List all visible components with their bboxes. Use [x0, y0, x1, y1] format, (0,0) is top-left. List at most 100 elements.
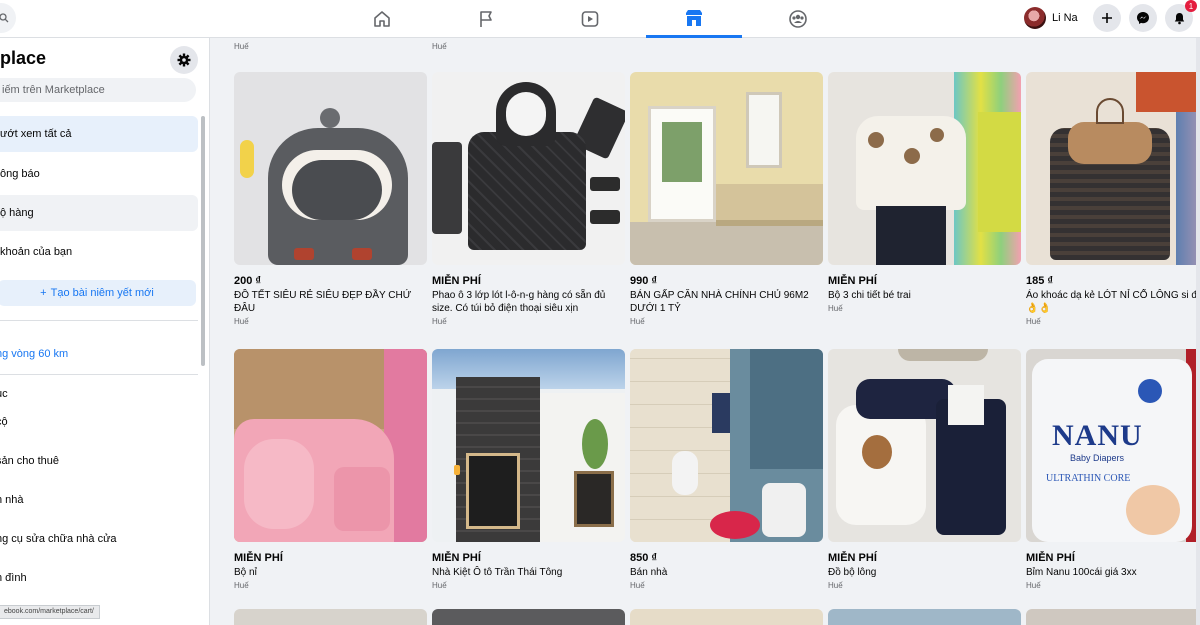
listing-photo — [828, 72, 1021, 265]
listing-location: Huế — [234, 317, 249, 326]
listing-price: 990 ₫ — [630, 275, 658, 287]
sidebar-item-inbox[interactable]: ộ hàng — [0, 195, 198, 231]
categories-heading: ục — [0, 388, 8, 400]
listing-location: Huế — [630, 317, 645, 326]
category-vehicles[interactable]: cộ — [0, 416, 8, 428]
listing-card[interactable]: MIỄN PHÍ Đồ bộ lông Huế — [828, 349, 1021, 590]
sidebar-item-your-account[interactable]: khoản của bạn — [0, 234, 198, 270]
listing-card[interactable]: MIỄN PHÍ Nhà Kiệt Ô tô Trần Thái Tông Hu… — [432, 349, 625, 590]
listing-photo — [234, 609, 427, 625]
top-navigation-bar: Li Na 1 — [0, 0, 1200, 38]
nav-tab-watch[interactable] — [542, 0, 638, 38]
listing-photo — [1026, 72, 1200, 265]
listing-price: 850 ₫ — [630, 552, 658, 564]
listing-price: MIỄN PHÍ — [828, 275, 877, 287]
listing-photo — [234, 72, 427, 265]
listing-price: MIỄN PHÍ — [1026, 552, 1075, 564]
listing-card[interactable]: 990 ₫ BÁN GẤP CĂN NHÀ CHÍNH CHỦ 96M2 DƯỚ… — [630, 72, 823, 326]
listing-location: Huế — [630, 581, 645, 590]
listing-title: Áo khoác dạ kẻ LÓT NỈ CỔ LÔNG si đẹp👌👌 — [1026, 290, 1200, 314]
listing-price: MIỄN PHÍ — [432, 552, 481, 564]
link-preview-url: ebook.com/marketplace/cart/ — [0, 605, 100, 619]
listing-photo — [630, 349, 823, 542]
nav-tab-marketplace[interactable] — [646, 0, 742, 38]
listing-photo — [630, 609, 823, 625]
listing-price: MIỄN PHÍ — [828, 552, 877, 564]
notification-badge: 1 — [1185, 0, 1197, 12]
listing-title: Đồ bộ lông — [828, 567, 877, 578]
sidebar-divider — [0, 374, 198, 375]
marketplace-search-input[interactable]: iếm trên Marketplace — [0, 78, 196, 102]
messenger-button[interactable] — [1129, 4, 1157, 32]
page-scrollbar[interactable] — [1196, 38, 1200, 625]
category-home-sales[interactable]: n nhà — [0, 494, 24, 506]
listing-photo — [432, 72, 625, 265]
home-icon — [374, 11, 390, 27]
listing-title: Phao ô 3 lớp lót l-ô-n-g hàng có sẵn đủ … — [432, 290, 606, 314]
listing-location: Huế — [828, 304, 843, 313]
listing-photo: NANU Baby Diapers ULTRATHIN CORE — [1026, 349, 1200, 542]
listing-location: Huế — [432, 581, 447, 590]
listing-location: Huế — [432, 317, 447, 326]
listing-card[interactable]: MIỄN PHÍ Bộ nỉ Huế — [234, 349, 427, 590]
listing-location: Huế — [234, 42, 249, 51]
plus-icon — [1102, 13, 1112, 23]
listing-location: Huế — [1026, 581, 1041, 590]
diaper-brand-subtitle: Baby Diapers — [1070, 453, 1125, 463]
listing-title: Bộ 3 chi tiết bé trai — [828, 290, 911, 301]
listing-card[interactable]: NANU Baby Diapers ULTRATHIN CORE MIỄN PH… — [1026, 349, 1200, 590]
messenger-icon — [1137, 12, 1149, 24]
listing-title: Bộ nỉ — [234, 567, 257, 578]
flag-icon — [480, 11, 492, 27]
listing-title: Nhà Kiệt Ô tô Trần Thái Tông — [432, 567, 563, 578]
notifications-button[interactable]: 1 — [1165, 0, 1197, 32]
listing-title: Bỉm Nanu 100cái giá 3xx — [1026, 567, 1137, 578]
category-property-rentals[interactable]: sản cho thuê — [0, 455, 59, 467]
nav-tab-pages[interactable] — [438, 0, 534, 38]
sidebar-title: etplace — [0, 48, 47, 68]
sidebar-scrollbar[interactable] — [201, 116, 205, 366]
listing-card[interactable]: MIỄN PHÍ Phao ô 3 lớp lót l-ô-n-g hàng c… — [432, 72, 625, 326]
listing-card[interactable]: 200 ₫ ĐỒ TẾT SIÊU RẺ SIÊU ĐẸP ĐẦY CHỨ ĐÂ… — [234, 72, 427, 326]
listing-card[interactable]: MIỄN PHÍ Bộ 3 chi tiết bé trai Huế — [828, 72, 1021, 313]
sidebar-divider — [0, 320, 198, 321]
create-listing-button[interactable]: + Tạo bài niêm yết mới — [0, 280, 196, 306]
listing-photo — [630, 72, 823, 265]
create-listing-label: Tạo bài niêm yết mới — [50, 287, 154, 299]
listing-photo — [432, 349, 625, 542]
nav-tab-groups[interactable] — [750, 0, 846, 38]
category-family[interactable]: n đình — [0, 572, 27, 584]
marketplace-icon — [686, 9, 702, 26]
listing-card[interactable]: 185 ₫ Áo khoác dạ kẻ LÓT NỈ CỔ LÔNG si đ… — [1026, 72, 1200, 326]
diaper-brand-line: ULTRATHIN CORE — [1046, 473, 1131, 484]
location-radius-link[interactable]: ng vòng 60 km — [0, 348, 68, 360]
groups-icon — [789, 10, 807, 28]
video-icon — [581, 11, 599, 27]
listing-price: MIỄN PHÍ — [432, 275, 481, 287]
listing-photo — [234, 349, 427, 542]
listing-title: ĐỒ TẾT SIÊU RẺ SIÊU ĐẸP ĐẦY CHỨ ĐÂU — [234, 290, 412, 314]
search-icon — [0, 13, 9, 23]
search-button[interactable] — [0, 3, 16, 33]
listing-location: Huế — [1026, 317, 1041, 326]
listing-location: Huế — [234, 581, 249, 590]
sidebar-item-browse-all[interactable]: ướt xem tất cả — [0, 116, 198, 152]
sidebar: etplace iếm trên Marketplace ướt xem tất… — [0, 38, 210, 625]
listing-title: BÁN GẤP CĂN NHÀ CHÍNH CHỦ 96M2 DƯỚI 1 TỶ — [630, 290, 809, 314]
listing-card[interactable]: 850 ₫ Bán nhà Huế — [630, 349, 823, 590]
listing-location: Huế — [432, 42, 447, 51]
avatar — [1024, 7, 1046, 29]
listing-photo — [1026, 609, 1200, 625]
settings-button[interactable] — [170, 46, 198, 74]
sidebar-item-notifications[interactable]: ông báo — [0, 156, 198, 192]
listing-photo — [828, 349, 1021, 542]
create-menu-button[interactable] — [1093, 4, 1121, 32]
profile-name: Li Na — [1052, 12, 1078, 24]
listing-title: Bán nhà — [630, 567, 668, 578]
profile-shortcut[interactable]: Li Na — [1022, 4, 1084, 32]
nav-tab-home[interactable] — [334, 0, 430, 38]
category-home-improvement[interactable]: ng cụ sửa chữa nhà cửa — [0, 533, 117, 545]
next-row-preview — [210, 609, 1200, 625]
plus-icon: + — [40, 287, 47, 299]
diaper-brand-text: NANU — [1052, 419, 1143, 452]
